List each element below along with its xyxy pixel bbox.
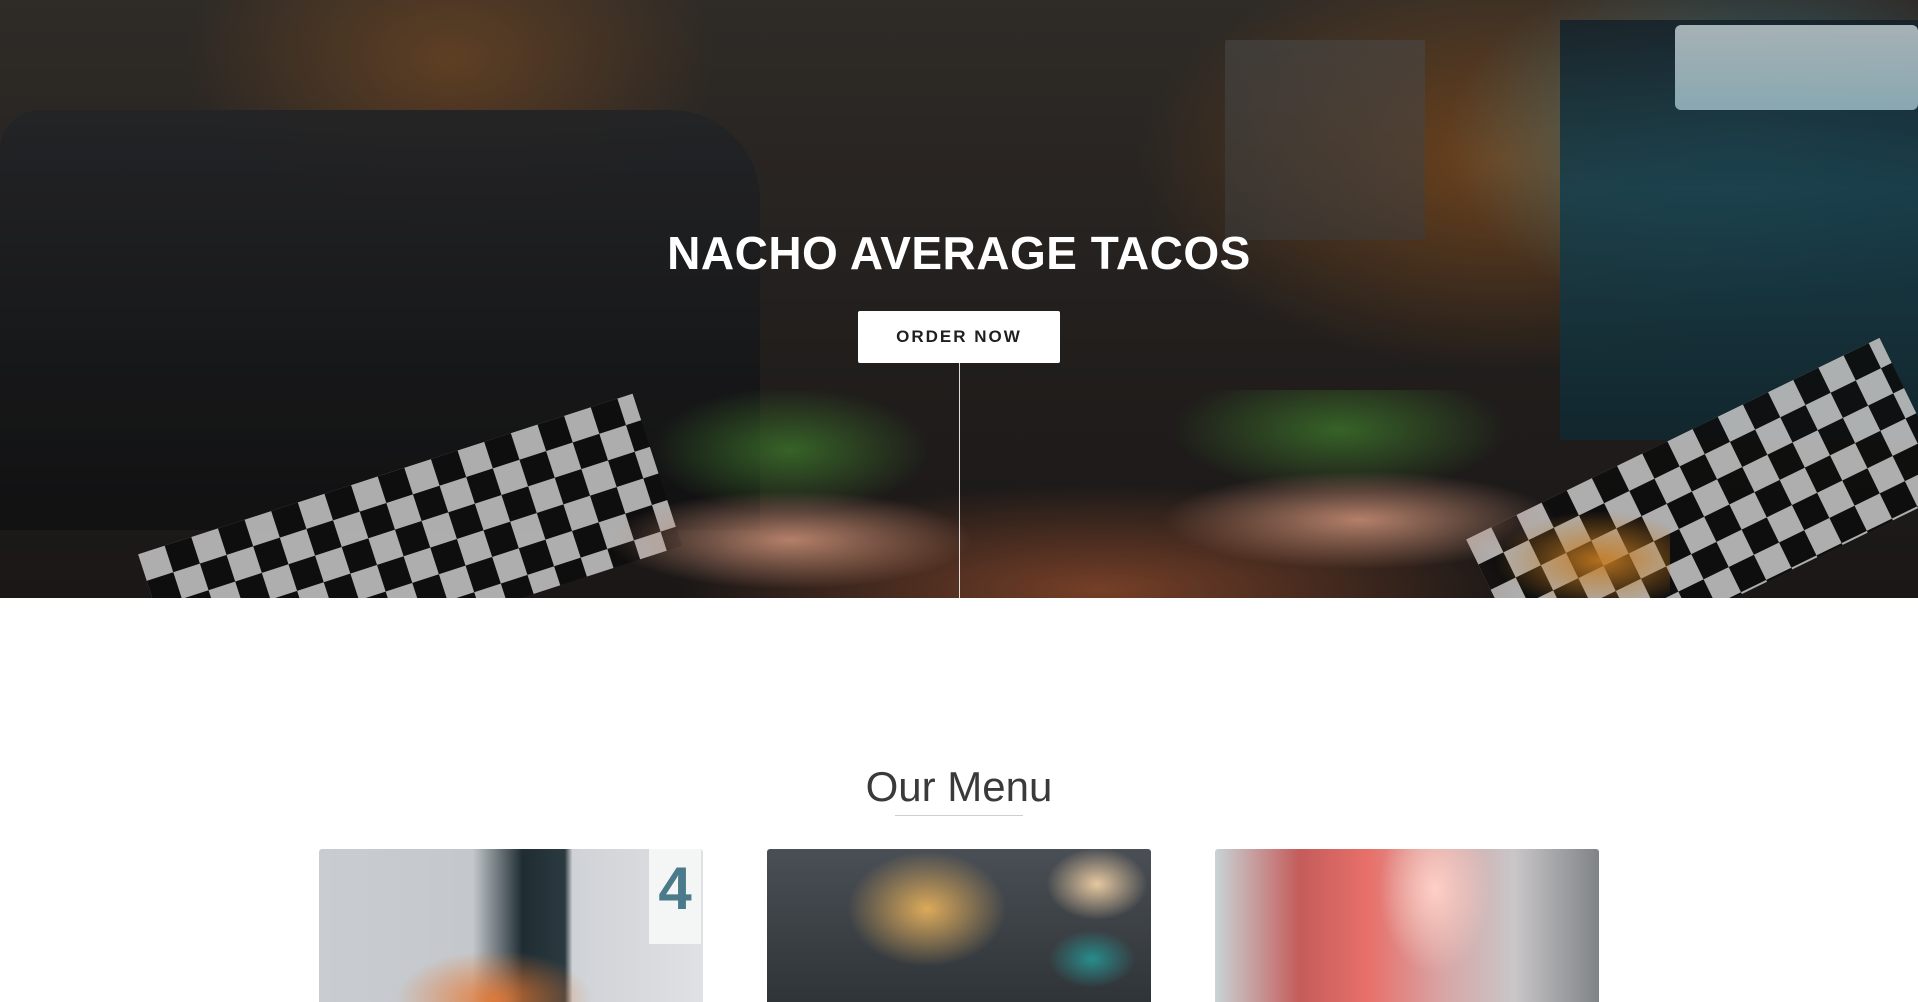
order-button-connector-line [959, 363, 960, 598]
hero-banner: NACHO AVERAGE TACOS ORDER NOW [0, 0, 1918, 598]
hero-title: NACHO AVERAGE TACOS [667, 226, 1251, 279]
menu-card-1[interactable]: 4 [319, 849, 703, 1002]
menu-section-title: Our Menu [865, 762, 1053, 810]
menu-card-3[interactable] [1215, 849, 1599, 1002]
menu-title-divider [895, 815, 1023, 816]
order-now-button[interactable]: ORDER NOW [858, 311, 1060, 363]
table-number-sign: 4 [649, 849, 701, 944]
menu-card-2[interactable] [767, 849, 1151, 1002]
